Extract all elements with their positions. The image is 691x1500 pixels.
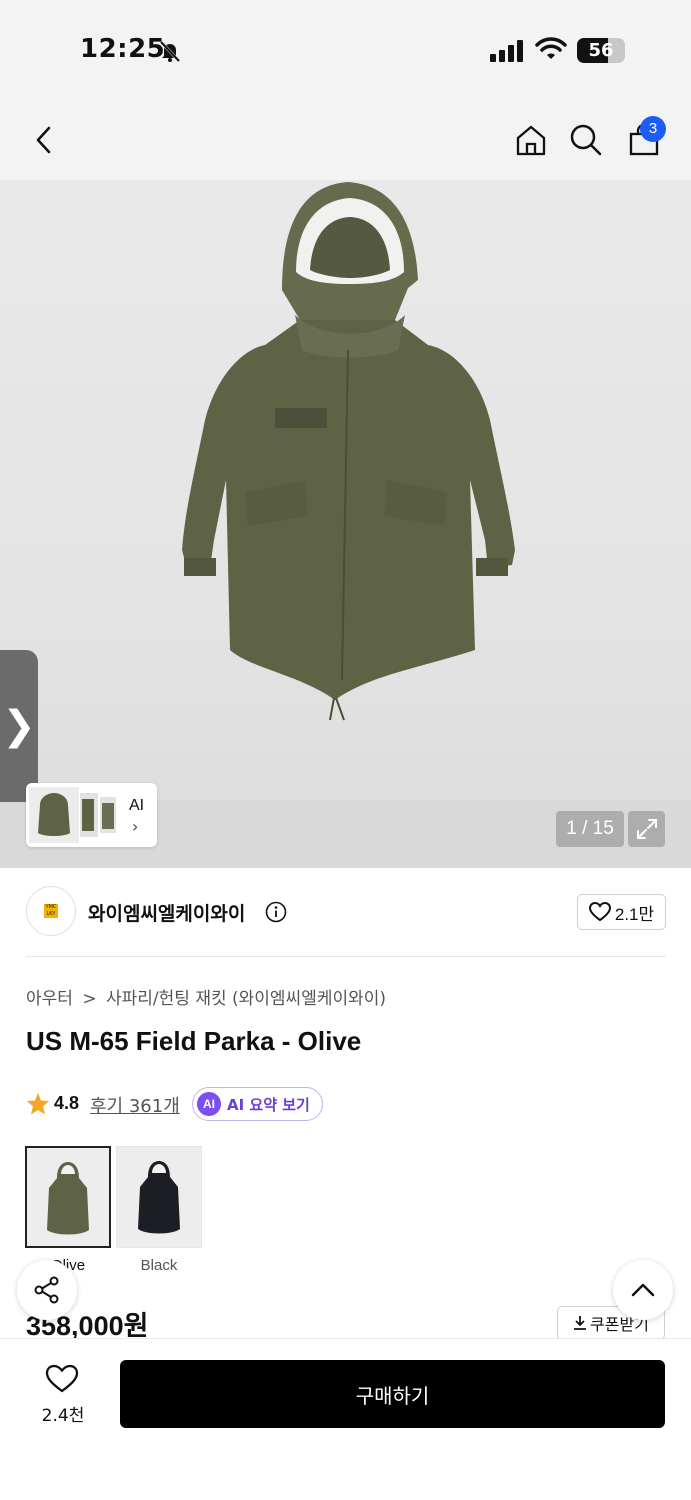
search-icon [570, 124, 602, 156]
breadcrumb-subcategory[interactable]: 사파리/헌팅 재킷 (와이엠씨엘케이와이) [106, 989, 386, 1009]
brand-logo[interactable]: YMC LKY [26, 886, 76, 936]
buy-button[interactable]: 구매하기 [120, 1360, 665, 1428]
color-label-black: Black [140, 1257, 178, 1274]
wifi-icon [535, 37, 567, 59]
ai-badge-icon: AI [197, 1092, 221, 1116]
product-title: US M-65 Field Parka - Olive [26, 1026, 362, 1056]
brand-name[interactable]: 와이엠씨엘케이와이 [88, 899, 245, 926]
expand-button[interactable] [628, 811, 665, 847]
chevron-up-icon [631, 1283, 655, 1297]
wish-count: 2.4천 [41, 1406, 85, 1426]
parka-illustration [182, 182, 515, 721]
side-panel-toggle[interactable]: ❯ [0, 650, 38, 802]
ai-summary-label: AI 요약 보기 [227, 1095, 310, 1114]
heart-icon [588, 902, 611, 922]
swatch-image [117, 1147, 201, 1247]
home-button[interactable] [511, 120, 551, 160]
scroll-top-button[interactable] [613, 1260, 673, 1320]
breadcrumb: 아우터 > 사파리/헌팅 재킷 (와이엠씨엘케이와이) [26, 984, 386, 1009]
download-icon [574, 1316, 587, 1330]
ai-thumb-label: AI [129, 797, 145, 814]
status-time: 12:25 [80, 34, 166, 64]
image-thumbnail-strip[interactable]: AI › [26, 783, 157, 847]
breadcrumb-category[interactable]: 아우터 [26, 989, 73, 1009]
status-bar: 12:25 56 [0, 0, 691, 100]
signal-icon [490, 40, 523, 62]
brand-like-button[interactable]: 2.1만 [577, 894, 666, 930]
home-icon [516, 125, 546, 156]
bottom-action-bar: 2.4천 구매하기 [0, 1338, 691, 1500]
chevron-right-icon: ❯ [2, 703, 36, 749]
star-icon [27, 1093, 49, 1115]
rating-value: 4.8 [54, 1093, 80, 1113]
info-icon[interactable] [265, 901, 287, 923]
color-swatch-black[interactable] [116, 1146, 202, 1248]
cart-count-badge: 3 [640, 116, 666, 142]
swatch-image [27, 1148, 109, 1246]
review-count-link[interactable]: 후기 361개 [90, 1092, 180, 1118]
brand-like-count: 2.1만 [614, 904, 655, 924]
brand-row[interactable]: YMC LKY 와이엠씨엘케이와이 2.1만 [26, 886, 666, 938]
ai-summary-button[interactable]: AI AI 요약 보기 [192, 1087, 323, 1121]
breadcrumb-separator: > [82, 989, 97, 1009]
battery-indicator: 56 [577, 38, 625, 63]
back-button[interactable] [24, 120, 64, 160]
rating-row: 4.8 후기 361개 AI AI 요약 보기 [26, 1087, 666, 1121]
chevron-right-icon: › [132, 817, 139, 836]
image-counter: 1 / 15 [556, 811, 624, 847]
heart-icon[interactable] [45, 1364, 79, 1394]
expand-icon [636, 819, 657, 839]
bell-off-icon [159, 40, 181, 63]
color-swatch-olive[interactable] [25, 1146, 111, 1248]
share-button[interactable] [17, 1260, 77, 1320]
battery-level: 56 [588, 40, 614, 61]
thumbnail-images [29, 787, 116, 843]
share-icon [34, 1276, 59, 1304]
divider [26, 956, 666, 957]
search-button[interactable] [566, 120, 606, 160]
product-image[interactable]: ❯ [0, 180, 691, 868]
back-arrow-icon [36, 126, 51, 154]
top-nav [0, 100, 691, 180]
